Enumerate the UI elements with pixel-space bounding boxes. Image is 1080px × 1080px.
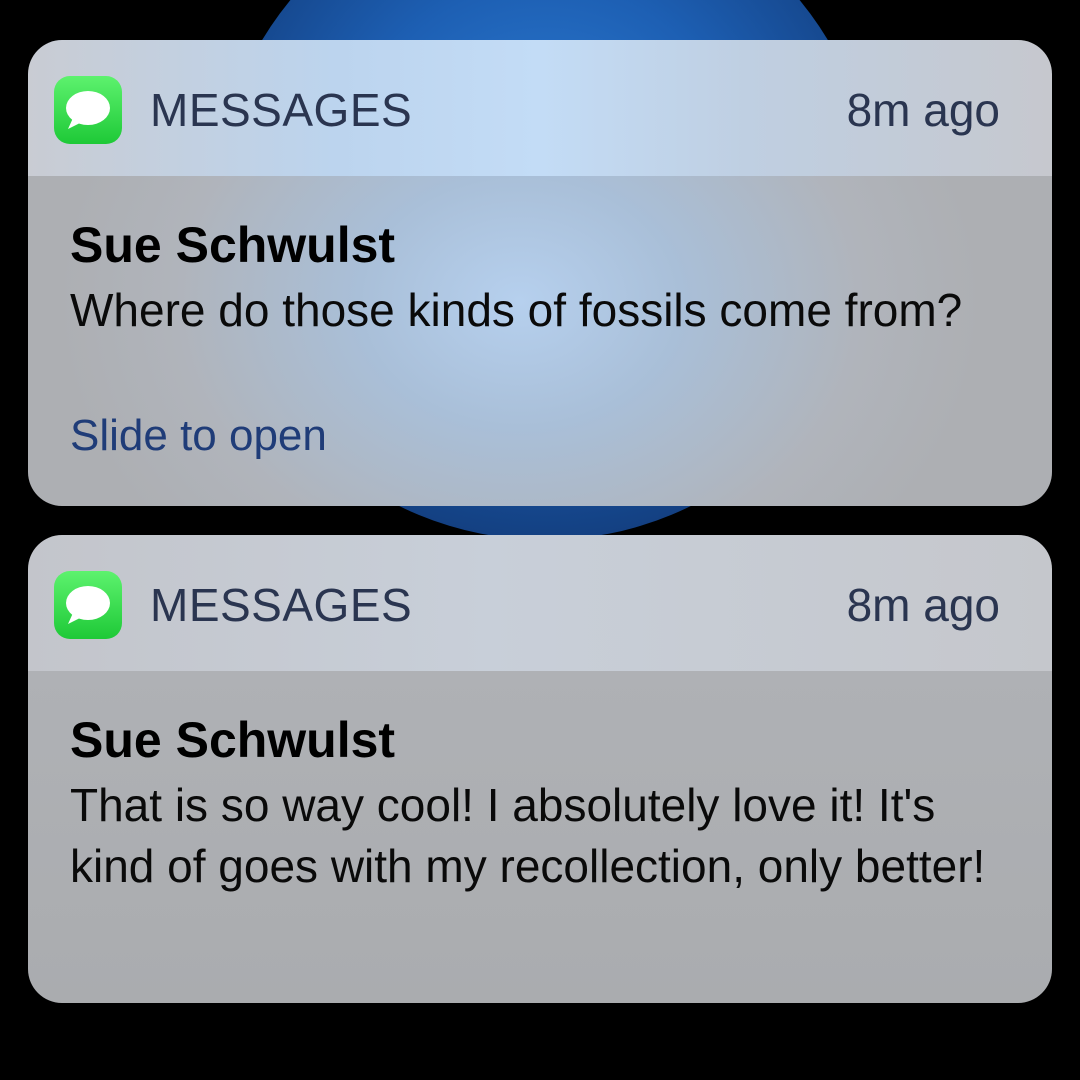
notification-body[interactable]: Sue Schwulst Where do those kinds of fos… xyxy=(28,176,1052,506)
sender-name: Sue Schwulst xyxy=(70,712,396,768)
notification-card[interactable]: MESSAGES 8m ago Sue Schwulst Where do th… xyxy=(28,40,1052,506)
notification-card[interactable]: MESSAGES 8m ago Sue Schwulst That is so … xyxy=(28,535,1052,1003)
notification-time: 8m ago xyxy=(846,84,1000,136)
message-text: That is so way cool! I absolutely love i… xyxy=(70,779,986,892)
notification-body[interactable]: Sue Schwulst That is so way cool! I abso… xyxy=(28,671,1052,1003)
message-text: Where do those kinds of fossils come fro… xyxy=(70,284,963,336)
notification-header: MESSAGES 8m ago xyxy=(28,535,1052,671)
notification-header: MESSAGES 8m ago xyxy=(28,40,1052,176)
notification-time: 8m ago xyxy=(846,579,1000,631)
app-name: MESSAGES xyxy=(150,84,413,136)
sender-name: Sue Schwulst xyxy=(70,217,396,273)
messages-icon xyxy=(54,571,122,639)
app-name: MESSAGES xyxy=(150,579,413,631)
lock-screen: MESSAGES 8m ago Sue Schwulst Where do th… xyxy=(0,0,1080,1080)
slide-to-open-hint[interactable]: Slide to open xyxy=(70,410,327,462)
messages-icon xyxy=(54,76,122,144)
